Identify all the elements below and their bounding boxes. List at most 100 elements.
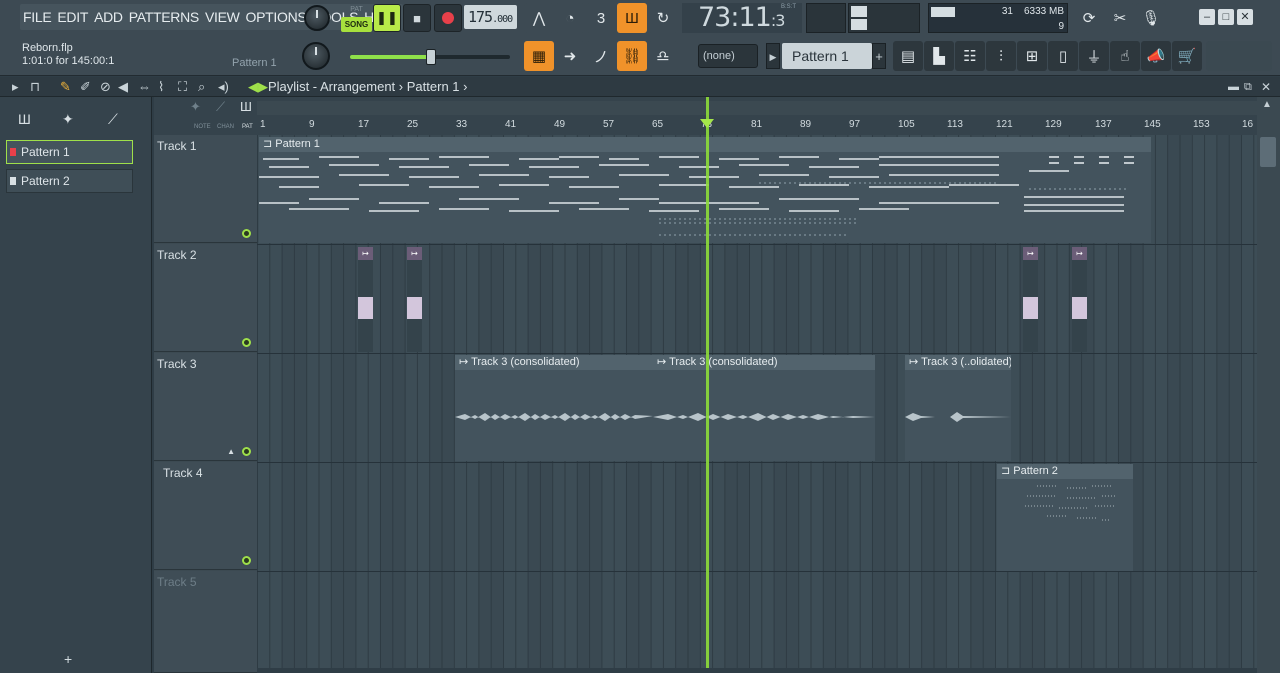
slice-tool-icon[interactable]: ⌇ [158,79,164,95]
master-volume-knob[interactable] [304,5,330,31]
pattern-prev-button[interactable]: ▶ [766,43,780,69]
clip-track-3-c[interactable]: ↦ Track 3 (..olidated) [905,355,1011,461]
add-pattern-button[interactable]: + [872,43,886,69]
mixer-button[interactable]: ⫶ [986,41,1016,71]
multilink-button[interactable]: ⛓ [617,41,647,71]
maximize-button[interactable]: □ [1218,9,1234,25]
tempo-display[interactable]: 175.000 [464,5,517,29]
blend-notes-button[interactable]: Ш [617,3,647,33]
playlist-grid[interactable]: ⊐ Pattern 1 ↦ ↦ ↦ ↦ ↦ Track 3 (consolida… [257,135,1257,668]
piano-roll-button[interactable]: ▙ [924,41,954,71]
playlist-button[interactable]: ▤ [893,41,923,71]
countdown-button[interactable]: 3 [586,3,616,33]
channel-selector[interactable]: (none) [698,44,758,68]
clip-track-2-d[interactable]: ↦ [1072,247,1087,352]
clip-track-2-a[interactable]: ↦ [358,247,373,352]
track-header-4[interactable]: Track 4 [154,462,257,570]
triangle-up-icon[interactable]: ▲ [227,447,235,456]
menu-view[interactable]: VIEW [202,4,243,30]
stop-button[interactable]: ■ [403,4,431,32]
magnet-icon[interactable]: ⊓ [30,79,40,95]
main-volume-thumb[interactable] [426,49,436,65]
playlist-current-pattern[interactable]: Pattern 1 [407,79,460,94]
record-audio-button[interactable]: 🎙 [1136,3,1166,33]
pattern-selector[interactable]: Pattern 1 [782,43,872,69]
clip-track-3-a[interactable]: ↦ Track 3 (consolidated) [455,355,653,461]
news-button[interactable]: 📣 [1141,41,1171,71]
zoom-tool-icon[interactable]: ⌕ [198,79,205,95]
vertical-scrollbar[interactable]: ▲ [1257,97,1280,673]
delete-tool-icon[interactable]: ⊘ [100,79,111,95]
shop-button[interactable]: 🛒 [1172,41,1202,71]
play-pause-button[interactable]: ❚❚ [373,4,401,32]
select-tool-icon[interactable]: ⛶ [178,79,187,95]
clip-pattern-1[interactable]: ⊐ Pattern 1 [259,137,1151,243]
picker-pattern-1[interactable]: Pattern 1 [6,140,133,164]
timeline-ruler[interactable]: 1 9 17 25 33 41 49 57 65 73 81 89 97 105… [257,97,1257,135]
playlist-play-icon[interactable]: ◀▶ [248,79,268,95]
picker-pattern-2[interactable]: Pattern 2 [6,169,133,193]
playhead-marker-icon[interactable] [700,119,714,128]
mute-tool-icon[interactable]: ◀ [118,79,128,95]
song-mode-label[interactable]: SONG [341,17,372,32]
close-button[interactable]: ✕ [1237,9,1253,25]
track-1-mute-led[interactable] [242,229,251,238]
menu-patterns[interactable]: PATTERNS [126,4,202,30]
clip-pattern-2[interactable]: ⊐ Pattern 2 [997,464,1133,571]
window-close-icon[interactable]: ✕ [1261,79,1271,95]
channel-rack-button[interactable]: ☷ [955,41,985,71]
plugin-database-button[interactable]: ⏚ [1079,41,1109,71]
record-button[interactable] [434,4,462,32]
menu-edit[interactable]: EDIT [54,4,91,30]
snap-button[interactable]: ♎ [648,41,678,71]
main-volume-slider[interactable] [350,49,510,65]
cut-tool-button[interactable]: ✂ [1105,3,1135,33]
pat-song-toggle[interactable]: PAT SONG [341,4,372,32]
picker-patterns-tab-icon[interactable]: Ш [18,111,31,127]
track-header-1[interactable]: Track 1 [154,135,257,243]
master-pitch-knob[interactable] [302,42,330,70]
paint-tool-icon[interactable]: ✐ [80,79,91,95]
metronome-button[interactable]: ⋀ [524,3,554,33]
picker-automation-tab-icon[interactable]: ⟋ [108,111,118,128]
note-icon[interactable]: ✦ [190,99,201,115]
browser-button[interactable]: ⊞ [1017,41,1047,71]
clip-track-3-b[interactable]: ↦ Track 3 (consolidated) [653,355,875,461]
clip-track-2-c[interactable]: ↦ [1023,247,1038,352]
pattern-icon[interactable]: Ш [240,99,252,114]
slide-button[interactable]: ノ [586,41,616,71]
window-detach-icon[interactable]: ▬ [1228,79,1239,95]
project-info-button[interactable]: ▯ [1048,41,1078,71]
typing-keyboard-button[interactable]: ▦ [524,41,554,71]
track-header-5[interactable]: Track 5 [154,571,257,673]
draw-tool-icon[interactable]: ✎ [60,79,71,95]
vertical-scroll-thumb[interactable] [1260,137,1276,167]
window-maximize-icon[interactable]: ⧉ [1244,79,1252,95]
clip-pattern-icon: ⊐ [263,138,276,150]
track-2-mute-led[interactable] [242,338,251,347]
picker-add-button[interactable]: + [64,651,72,667]
clip-track-2-b[interactable]: ↦ [407,247,422,352]
step-edit-button[interactable]: ➜ [555,41,585,71]
song-overview[interactable] [257,101,1257,115]
track-4-mute-led[interactable] [242,556,251,565]
touch-controller-button[interactable]: ☝ [1110,41,1140,71]
track-header-3[interactable]: Track 3 ▲ [154,353,257,461]
minimize-button[interactable]: – [1199,9,1215,25]
loop-record-button[interactable]: ↻ [648,3,678,33]
pat-mode-label[interactable]: PAT [341,4,372,16]
channel-icon[interactable]: ⟋ [216,99,225,115]
slip-tool-icon[interactable]: ⇔ [138,79,151,95]
track-3-mute-led[interactable] [242,447,251,456]
menu-file[interactable]: FILE [20,4,54,30]
undo-history-button[interactable]: ⟳ [1074,3,1104,33]
picker-audio-tab-icon[interactable]: ✦ [62,111,74,128]
menu-add[interactable]: ADD [91,4,126,30]
playhead[interactable] [706,97,709,668]
menu-options[interactable]: OPTIONS [243,4,310,30]
track-header-2[interactable]: Track 2 [154,244,257,352]
playlist-menu-arrow[interactable]: ▸ [12,79,19,95]
scroll-up-icon[interactable]: ▲ [1262,99,1272,110]
playback-tool-icon[interactable]: ◂) [218,79,229,95]
wait-for-input-button[interactable]: ◔ [555,3,585,33]
